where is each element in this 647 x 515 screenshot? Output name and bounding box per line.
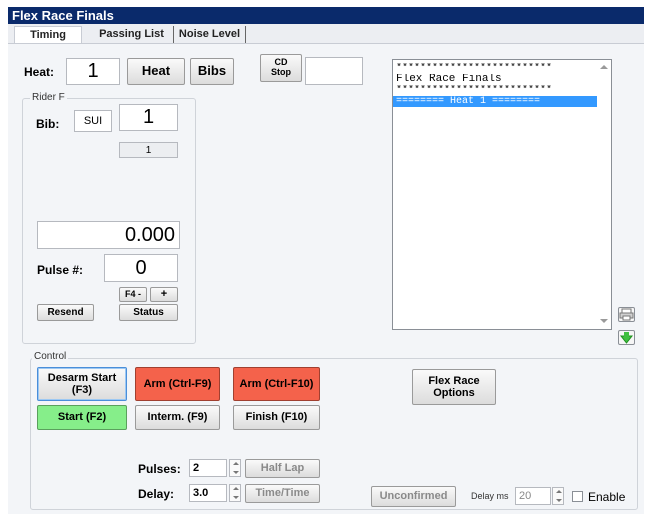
time-value: 0.000: [124, 223, 175, 246]
tab-passing-list[interactable]: Passing List: [90, 26, 174, 43]
bib-number: 1: [142, 106, 155, 128]
bib-number-field[interactable]: 1: [119, 104, 178, 131]
desarm-start-button[interactable]: Desarm Start (F3): [37, 367, 127, 401]
log-line: Flex Race Finals: [396, 74, 502, 85]
heat-number: 1: [87, 60, 99, 82]
resend-button[interactable]: Resend: [37, 304, 94, 321]
scroll-down-icon[interactable]: [600, 319, 608, 323]
enable-label: Enable: [588, 490, 626, 504]
delay-ms-value: 20: [519, 490, 532, 502]
pulse-minus-button[interactable]: F4 -: [119, 287, 147, 302]
time-time-button[interactable]: Time/Time: [245, 484, 320, 503]
interm-button[interactable]: Interm. (F9): [135, 405, 220, 430]
delay-label: Delay:: [138, 487, 175, 501]
status-button[interactable]: Status: [119, 304, 178, 321]
log-listbox[interactable]: ************************** Flex Race Fin…: [392, 59, 612, 330]
log-line: **************************: [396, 85, 553, 96]
cd-value-field[interactable]: [305, 57, 363, 85]
cd-stop-button[interactable]: CD Stop: [260, 54, 302, 82]
pulse-plus-button[interactable]: +: [150, 287, 178, 302]
pulse-value: 0: [135, 256, 147, 279]
heat-number-field[interactable]: 1: [66, 58, 120, 85]
pulse-label: Pulse #:: [37, 263, 84, 277]
pulses-spinner[interactable]: [229, 459, 241, 477]
log-line: **************************: [396, 63, 553, 74]
delay-ms-spinner[interactable]: [552, 487, 564, 505]
bib-code-field[interactable]: SUI: [74, 110, 112, 132]
flex-race-options-button[interactable]: Flex Race Options: [412, 369, 496, 405]
log-scrollbar[interactable]: [597, 60, 611, 329]
delay-spinner[interactable]: [229, 484, 241, 502]
pulse-field[interactable]: 0: [104, 254, 178, 282]
finish-button[interactable]: Finish (F10): [233, 405, 320, 430]
delay-field[interactable]: 3.0: [189, 484, 227, 502]
arm-ctrl-f9-button[interactable]: Arm (Ctrl-F9): [135, 367, 220, 401]
bib-sub-field: 1: [119, 142, 178, 158]
delay-ms-field[interactable]: 20: [515, 487, 551, 505]
bib-label: Bib:: [36, 117, 60, 131]
delay-ms-label: Delay ms: [471, 491, 509, 501]
heat-label: Heat:: [24, 65, 55, 79]
log-line-selected[interactable]: ======== Heat 1 ========: [393, 96, 597, 107]
printer-icon[interactable]: [618, 307, 635, 322]
pulses-field[interactable]: 2: [189, 459, 227, 477]
time-field[interactable]: 0.000: [37, 221, 180, 249]
pulses-label: Pulses:: [138, 462, 181, 476]
control-group-label: Control: [32, 351, 69, 362]
pulses-value: 2: [193, 462, 200, 474]
arm-ctrl-f10-button[interactable]: Arm (Ctrl-F10): [233, 367, 320, 401]
heat-button[interactable]: Heat: [127, 58, 185, 85]
tab-bar: Timing Passing List Noise Level: [8, 24, 644, 44]
window-title: Flex Race Finals: [8, 7, 644, 24]
scroll-up-icon[interactable]: [600, 65, 608, 69]
half-lap-button[interactable]: Half Lap: [245, 459, 320, 478]
bibs-button[interactable]: Bibs: [190, 58, 234, 85]
unconfirmed-button[interactable]: Unconfirmed: [371, 486, 456, 507]
enable-checkbox[interactable]: [572, 491, 583, 502]
bib-code: SUI: [83, 115, 103, 127]
rider-group-label: Rider F: [30, 92, 67, 103]
start-button[interactable]: Start (F2): [37, 405, 127, 430]
tab-timing[interactable]: Timing: [14, 26, 82, 43]
tab-noise-level[interactable]: Noise Level: [174, 26, 246, 43]
bib-sub-value: 1: [145, 144, 152, 156]
delay-value: 3.0: [193, 487, 209, 499]
down-arrow-icon[interactable]: [618, 330, 635, 345]
